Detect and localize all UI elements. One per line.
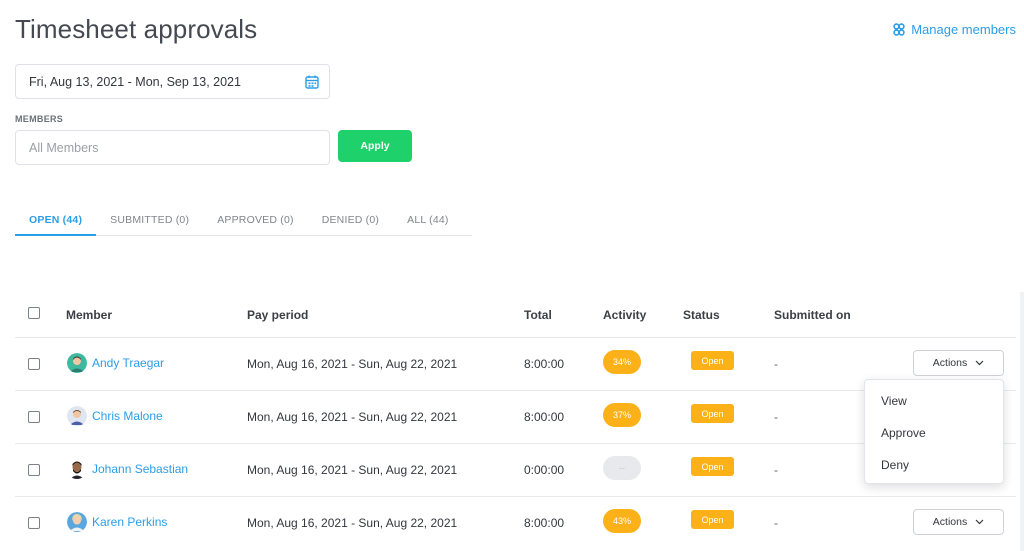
row-checkbox[interactable]	[28, 411, 40, 423]
row-checkbox[interactable]	[28, 358, 40, 370]
members-select[interactable]: All Members	[15, 130, 330, 165]
members-label: MEMBERS	[15, 114, 64, 124]
total-time: 8:00:00	[524, 410, 565, 424]
status-badge: Open	[691, 404, 734, 423]
calendar-icon[interactable]	[305, 75, 319, 89]
manage-members-label: Manage members	[911, 22, 1016, 37]
actions-button[interactable]: Actions	[913, 509, 1004, 535]
total-time: 0:00:00	[524, 463, 565, 477]
member-name-link[interactable]: Johann Sebastian	[92, 462, 188, 476]
column-pay-period[interactable]: Pay period	[247, 308, 308, 322]
manage-members-link[interactable]: Manage members	[892, 22, 1016, 37]
total-time: 8:00:00	[524, 357, 565, 371]
pay-period: Mon, Aug 16, 2021 - Sun, Aug 22, 2021	[247, 516, 458, 530]
status-tabs: OPEN (44) SUBMITTED (0) APPROVED (0) DEN…	[15, 210, 472, 236]
menu-item-approve[interactable]: Approve	[881, 426, 926, 440]
avatar	[67, 406, 87, 426]
scrollbar-track[interactable]	[1020, 292, 1024, 551]
submitted-on: -	[774, 357, 778, 371]
menu-item-view[interactable]: View	[881, 394, 907, 408]
row-checkbox[interactable]	[28, 464, 40, 476]
people-icon	[893, 23, 905, 36]
activity-badge: 34%	[603, 350, 641, 374]
pay-period: Mon, Aug 16, 2021 - Sun, Aug 22, 2021	[247, 410, 458, 424]
tab-denied[interactable]: DENIED (0)	[308, 210, 393, 236]
pay-period: Mon, Aug 16, 2021 - Sun, Aug 22, 2021	[247, 463, 458, 477]
total-time: 8:00:00	[524, 516, 565, 530]
column-total[interactable]: Total	[524, 308, 552, 322]
column-activity[interactable]: Activity	[603, 308, 646, 322]
member-name-link[interactable]: Chris Malone	[92, 409, 163, 423]
pay-period: Mon, Aug 16, 2021 - Sun, Aug 22, 2021	[247, 357, 458, 371]
actions-label: Actions	[932, 516, 968, 528]
table-header: Member Pay period Total Activity Status …	[15, 292, 1016, 338]
tab-submitted[interactable]: SUBMITTED (0)	[96, 210, 203, 236]
menu-item-deny[interactable]: Deny	[881, 458, 909, 472]
chevron-down-icon	[975, 360, 984, 366]
activity-badge: 43%	[603, 509, 641, 533]
select-all-checkbox[interactable]	[28, 307, 40, 319]
chevron-down-icon	[975, 519, 984, 525]
actions-menu: View Approve Deny	[864, 379, 1004, 484]
avatar	[67, 512, 87, 532]
column-submitted-on[interactable]: Submitted on	[774, 308, 851, 322]
activity-badge: 37%	[603, 403, 641, 427]
submitted-on: -	[774, 410, 778, 424]
status-badge: Open	[691, 510, 734, 529]
actions-button[interactable]: Actions	[913, 350, 1004, 376]
tab-open[interactable]: OPEN (44)	[15, 210, 97, 236]
members-placeholder: All Members	[29, 140, 99, 155]
apply-button[interactable]: Apply	[338, 130, 412, 162]
date-range-picker[interactable]: Fri, Aug 13, 2021 - Mon, Sep 13, 2021	[15, 64, 330, 99]
member-name-link[interactable]: Andy Traegar	[92, 356, 164, 370]
tab-all[interactable]: ALL (44)	[393, 210, 462, 236]
submitted-on: -	[774, 516, 778, 530]
actions-label: Actions	[932, 357, 968, 369]
status-badge: Open	[691, 457, 734, 476]
tab-approved[interactable]: APPROVED (0)	[203, 210, 308, 236]
table-row: Karen Perkins Mon, Aug 16, 2021 - Sun, A…	[15, 497, 1016, 550]
activity-badge: --	[603, 456, 641, 480]
avatar	[67, 353, 87, 373]
row-checkbox[interactable]	[28, 517, 40, 529]
avatar	[67, 459, 87, 479]
submitted-on: -	[774, 463, 778, 477]
page-title: Timesheet approvals	[15, 14, 258, 44]
member-name-link[interactable]: Karen Perkins	[92, 515, 167, 529]
column-status[interactable]: Status	[683, 308, 720, 322]
column-member[interactable]: Member	[66, 308, 112, 322]
date-range-value: Fri, Aug 13, 2021 - Mon, Sep 13, 2021	[29, 74, 241, 89]
status-badge: Open	[691, 351, 734, 370]
